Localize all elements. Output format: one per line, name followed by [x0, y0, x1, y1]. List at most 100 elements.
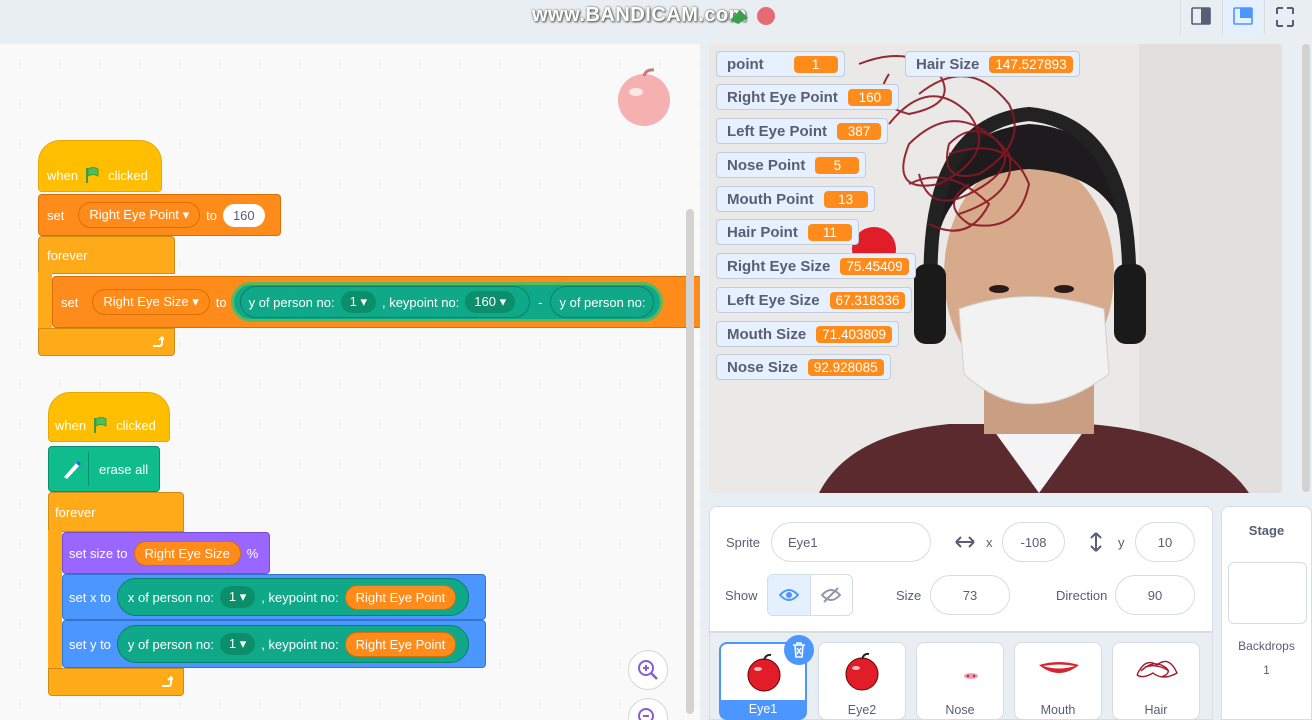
- green-flag-icon: [86, 167, 99, 183]
- delete-sprite-button[interactable]: [784, 635, 814, 665]
- monitor-label: Mouth Size: [727, 325, 807, 343]
- x-label: x: [986, 535, 993, 550]
- monitor-hair-size[interactable]: Hair Size 147.527893: [905, 51, 1080, 77]
- eye-icon: [778, 589, 799, 601]
- normal-stage-layout-button[interactable]: [1222, 0, 1262, 34]
- forever-block-2[interactable]: forever: [48, 492, 184, 532]
- size-input[interactable]: 73: [930, 575, 1010, 615]
- fullscreen-button[interactable]: [1264, 0, 1304, 34]
- x-of-person-reporter[interactable]: x of person no: 1 ▾ , keypoint no: Right…: [116, 578, 470, 616]
- monitor-value: 5: [815, 156, 860, 174]
- set-variable-block-2[interactable]: set Right Eye Size ▾ to y of person no: …: [52, 276, 700, 328]
- monitor-value: 147.527893: [989, 55, 1073, 73]
- erase-all-block[interactable]: erase all: [48, 446, 160, 492]
- monitor-hair-point[interactable]: Hair Point 11: [716, 219, 859, 245]
- person-dropdown-4[interactable]: 1 ▾: [219, 633, 256, 655]
- monitor-right-eye-point[interactable]: Right Eye Point 160: [716, 84, 899, 110]
- x-input[interactable]: -108: [1002, 522, 1065, 562]
- stage-target-panel[interactable]: Stage Backdrops 1: [1221, 506, 1312, 720]
- small-stage-layout-button[interactable]: [1180, 0, 1220, 34]
- backdrop-thumbnail[interactable]: [1228, 562, 1307, 624]
- sprite-apple-watermark-icon: [618, 68, 670, 126]
- keypoint-reporter-2[interactable]: Right Eye Point: [344, 631, 457, 657]
- sprite-info-panel: Sprite Eye1 x -108 y 10 Show Size 73 Dir…: [709, 506, 1213, 632]
- keypoint-dropdown[interactable]: 160 ▾: [465, 291, 516, 313]
- monitor-left-eye-size[interactable]: Left Eye Size 67.318336: [716, 287, 913, 313]
- backdrops-label: Backdrops: [1238, 639, 1295, 653]
- person-dropdown-3[interactable]: 1 ▾: [219, 586, 256, 608]
- y-of-person-label-3: y of person no:: [127, 636, 214, 652]
- set-x-label: set x to: [69, 589, 111, 605]
- nose-sprite-icon: [964, 673, 978, 679]
- zoom-out-icon: [638, 708, 654, 720]
- show-hidden-button[interactable]: [811, 575, 853, 615]
- monitor-point[interactable]: point 1: [716, 51, 845, 77]
- monitor-mouth-point[interactable]: Mouth Point 13: [716, 186, 875, 212]
- sprite-name: Hair: [1144, 703, 1168, 717]
- forever-footer-2: [48, 668, 184, 696]
- stage-scrollbar[interactable]: [1302, 44, 1310, 492]
- zoom-in-button[interactable]: [628, 650, 668, 690]
- stage-canvas[interactable]: point 1 Hair Size 147.527893 Right Eye P…: [709, 44, 1282, 493]
- set-y-label: set y to: [69, 636, 111, 652]
- monitor-value: 13: [823, 190, 868, 208]
- percent-label: %: [246, 545, 259, 561]
- keypoint-label-3: , keypoint no:: [261, 589, 339, 605]
- sprite-name-input[interactable]: Eye1: [771, 522, 931, 562]
- size-reporter[interactable]: Right Eye Size: [133, 540, 241, 566]
- set-variable-block[interactable]: set Right Eye Point ▾ to 160: [38, 194, 281, 236]
- when-flag-clicked-hat-2[interactable]: when clicked: [48, 392, 170, 442]
- sprite-label: Sprite: [726, 535, 760, 550]
- sprite-name: Mouth: [1040, 703, 1076, 717]
- code-scrollbar[interactable]: [686, 209, 694, 714]
- sprite-thumb-eye2[interactable]: Eye2: [818, 642, 906, 720]
- y-input[interactable]: 10: [1135, 522, 1195, 562]
- sprite-thumb-nose[interactable]: Nose: [916, 642, 1004, 720]
- monitor-label: Nose Point: [727, 156, 806, 174]
- variable-dropdown[interactable]: Right Eye Point ▾: [78, 202, 201, 228]
- monitor-right-eye-size[interactable]: Right Eye Size 75.45409: [716, 253, 916, 279]
- loop-arrow-icon-2: [162, 675, 173, 687]
- variable-dropdown-2[interactable]: Right Eye Size ▾: [92, 289, 210, 315]
- subtract-reporter[interactable]: y of person no: 1 ▾ , keypoint no: 160 ▾…: [230, 282, 664, 322]
- y-label: y: [1118, 535, 1125, 550]
- monitor-mouth-size[interactable]: Mouth Size 71.403809: [716, 321, 899, 347]
- monitor-nose-point[interactable]: Nose Point 5: [716, 152, 867, 178]
- sprite-thumb-hair[interactable]: Hair: [1112, 642, 1200, 720]
- monitor-left-eye-point[interactable]: Left Eye Point 387: [716, 118, 889, 144]
- zoom-in-icon: [638, 660, 658, 680]
- monitor-label: point: [727, 55, 764, 73]
- set-y-block[interactable]: set y to y of person no: 1 ▾ , keypoint …: [62, 620, 486, 668]
- show-toggle-group: [767, 574, 853, 616]
- y-of-person-reporter-2[interactable]: y of person no:: [550, 286, 655, 318]
- direction-input[interactable]: 90: [1115, 575, 1195, 615]
- set-size-block[interactable]: set size to Right Eye Size %: [62, 532, 270, 574]
- person-dropdown[interactable]: 1 ▾: [340, 291, 376, 313]
- green-flag-icon-2: [94, 417, 107, 433]
- zoom-out-button[interactable]: [628, 698, 668, 720]
- show-visible-button[interactable]: [768, 575, 811, 615]
- size-label: Size: [896, 588, 922, 603]
- to-label: to: [206, 207, 217, 223]
- set-value-input[interactable]: 160: [222, 203, 265, 227]
- forever-block[interactable]: forever: [38, 236, 175, 274]
- monitor-label: Right Eye Point: [727, 88, 838, 106]
- y-of-person-reporter-3[interactable]: y of person no: 1 ▾ , keypoint no: Right…: [116, 625, 470, 663]
- y-of-person-reporter[interactable]: y of person no: 1 ▾ , keypoint no: 160 ▾: [239, 286, 531, 318]
- when-flag-clicked-hat[interactable]: when clicked: [38, 140, 162, 192]
- direction-label: Direction: [1056, 588, 1108, 603]
- when-label: when: [47, 167, 79, 183]
- set-label-2: set: [61, 294, 79, 310]
- forever-label-2: forever: [55, 504, 96, 520]
- watermark-text: www.BANDICAM.com: [532, 4, 748, 26]
- set-x-block[interactable]: set x to x of person no: 1 ▾ , keypoint …: [62, 574, 486, 620]
- monitor-nose-size[interactable]: Nose Size 92.928085: [716, 354, 891, 380]
- to-label-2: to: [215, 294, 227, 310]
- y-of-person-label-2: y of person no:: [559, 294, 646, 310]
- hair-sprite-icon: [1136, 660, 1178, 678]
- keypoint-reporter[interactable]: Right Eye Point: [344, 584, 457, 610]
- sprite-thumb-mouth[interactable]: Mouth: [1014, 642, 1102, 720]
- code-area[interactable]: when clicked set Right Eye Point ▾ to 16…: [0, 44, 700, 720]
- watermark-logo-icon: [730, 7, 775, 25]
- when-label-2: when: [55, 417, 87, 433]
